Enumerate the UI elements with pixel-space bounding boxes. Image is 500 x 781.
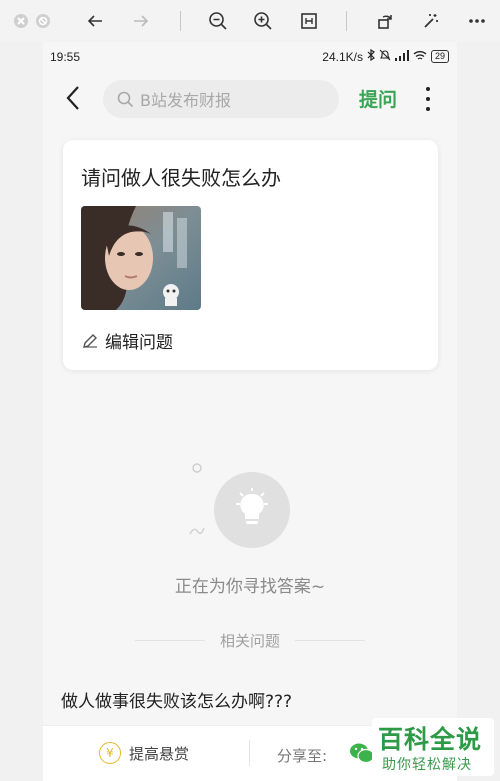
search-placeholder: B站发布财报 <box>140 91 231 110</box>
share-label: 分享至: <box>277 747 328 765</box>
raise-reward-button[interactable]: ¥ 提高悬赏 <box>99 742 189 764</box>
alarm-off-icon <box>379 49 391 64</box>
status-bar: 19:55 24.1K/s 29 <box>43 42 457 70</box>
status-time: 19:55 <box>50 50 81 64</box>
divider <box>295 640 365 641</box>
divider <box>249 740 250 766</box>
magic-wand-icon[interactable] <box>418 8 444 34</box>
image-viewer-toolbar <box>0 0 500 42</box>
disabled-circle-icon[interactable] <box>30 8 56 34</box>
question-card: 请问做人很失败怎么办 编辑问题 <box>63 140 438 370</box>
decor-ring-icon <box>192 463 202 473</box>
watermark-logo: 百科全说 助你轻松解决 <box>372 718 494 776</box>
ask-question-button[interactable]: 提问 <box>359 85 397 112</box>
search-input[interactable]: B站发布财报 <box>103 80 339 118</box>
zoom-in-icon[interactable] <box>250 8 276 34</box>
nav-bar: B站发布财报 提问 <box>43 70 457 126</box>
lightbulb-icon <box>214 472 290 548</box>
watermark-title: 百科全说 <box>378 725 483 754</box>
more-icon[interactable] <box>464 8 490 34</box>
zoom-out-icon[interactable] <box>205 8 231 34</box>
empty-state-text: 正在为你寻找答案~ <box>174 577 326 597</box>
wifi-icon <box>413 50 427 64</box>
battery-indicator: 29 <box>430 50 449 63</box>
fit-icon[interactable] <box>296 8 322 34</box>
rotate-icon[interactable] <box>372 8 398 34</box>
arrow-left-icon[interactable] <box>82 8 108 34</box>
question-image[interactable] <box>81 206 201 310</box>
back-button[interactable] <box>61 83 87 113</box>
watermark-subtitle: 助你轻松解决 <box>382 757 472 773</box>
arrow-right-icon[interactable] <box>128 8 154 34</box>
related-questions-heading: 相关问题 <box>219 632 280 650</box>
related-question-item[interactable]: 做人做事很失败该怎么办啊??? <box>61 687 292 712</box>
search-icon <box>117 91 134 107</box>
phone-screen: 19:55 24.1K/s 29 B站发布财报 提问 请问做人很失败怎么办 编辑… <box>43 42 457 781</box>
decor-squiggle-icon <box>189 527 205 535</box>
bluetooth-icon <box>367 48 375 64</box>
yen-coin-icon: ¥ <box>99 742 121 764</box>
signal-icon <box>394 49 409 64</box>
more-options-icon[interactable] <box>418 87 438 111</box>
pencil-icon <box>83 333 97 348</box>
question-title: 请问做人很失败怎么办 <box>81 166 281 190</box>
edit-question-button[interactable]: 编辑问题 <box>81 328 173 353</box>
network-speed: 24.1K/s <box>322 49 363 64</box>
raise-reward-label: 提高悬赏 <box>129 744 190 763</box>
edit-question-label: 编辑问题 <box>105 333 173 353</box>
chevron-left-icon <box>66 86 79 110</box>
